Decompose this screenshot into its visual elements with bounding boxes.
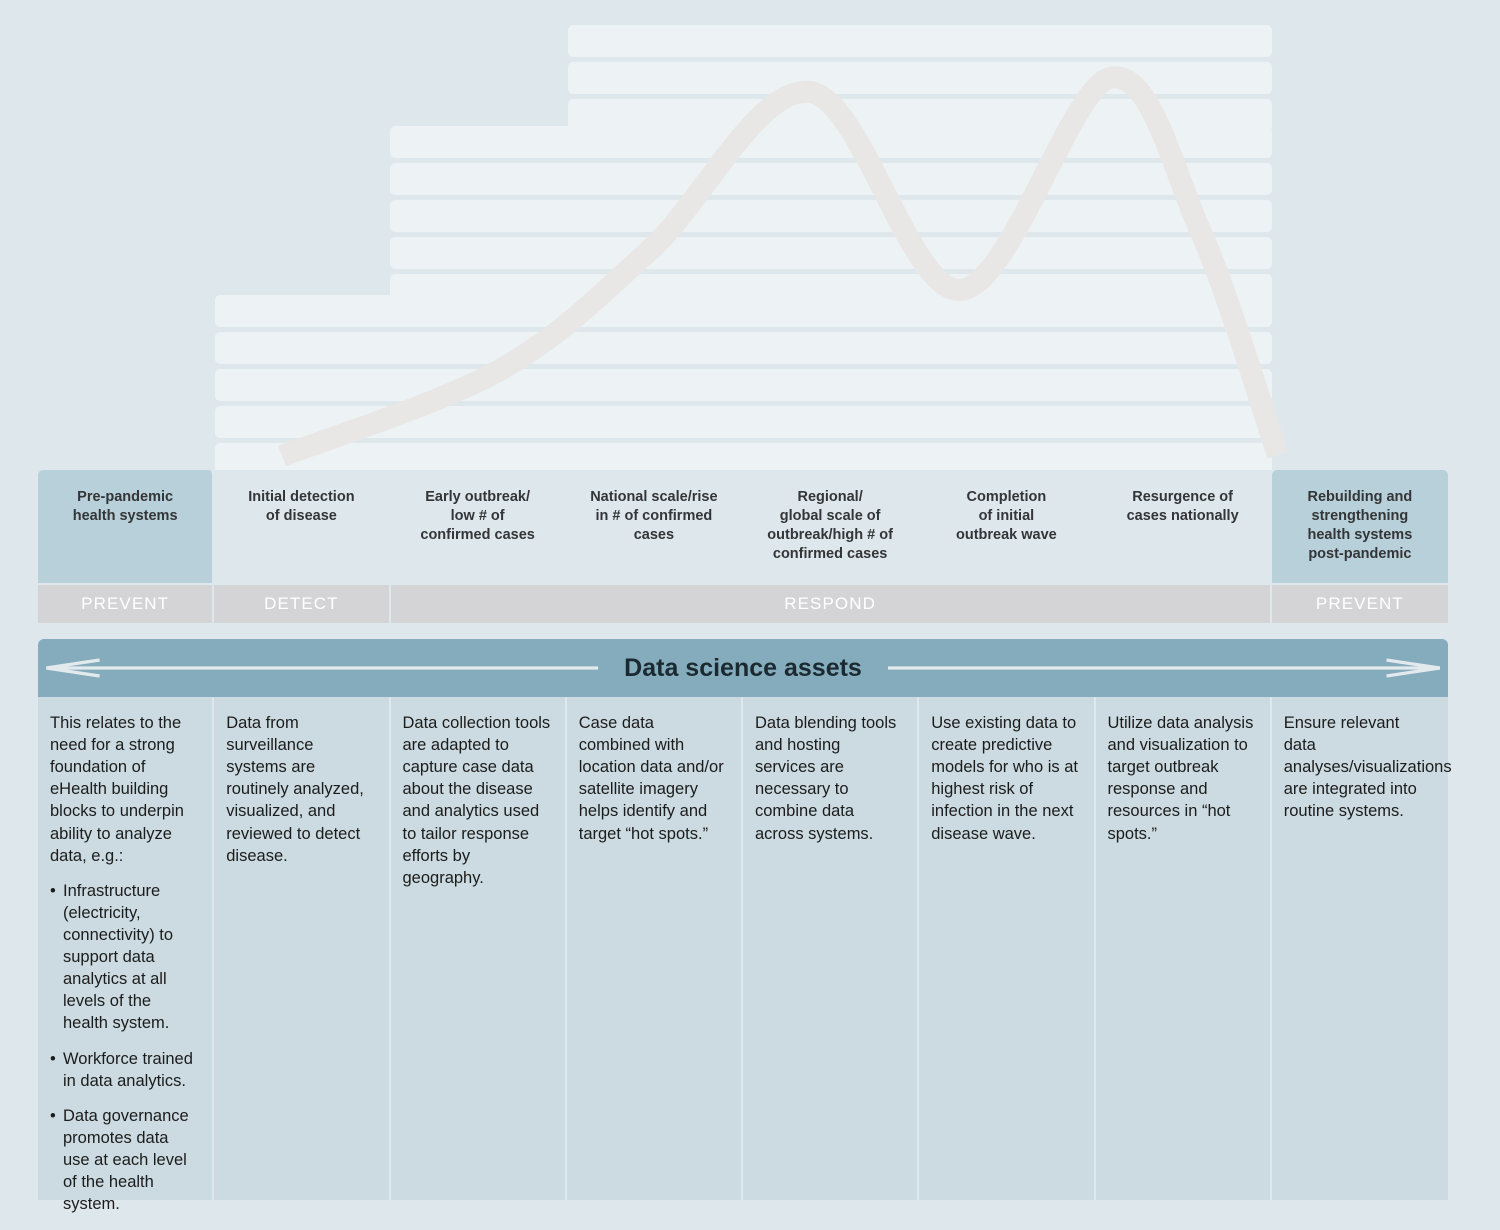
graphic-bar [390, 126, 1272, 158]
action-band-row: PREVENT DETECT RESPOND PREVENT [38, 585, 1448, 623]
data-science-assets-banner: Data science assets [38, 639, 1448, 697]
phase-label: Completion of initial outbreak wave [956, 489, 1057, 544]
graphic-bar [215, 295, 1272, 327]
action-label: PREVENT [1315, 594, 1404, 613]
banner-title: Data science assets [624, 653, 862, 682]
phase-cell-6: Completion of initial outbreak wave [919, 470, 1096, 583]
graphic-bar [215, 369, 1272, 401]
phase-cell-3: Early outbreak/ low # of confirmed cases [390, 470, 567, 583]
asset-column-text: Use existing data to create predictive m… [931, 714, 1078, 843]
phase-cell-2: Initial detection of disease [214, 470, 391, 583]
phase-label: Pre-pandemic health systems [72, 489, 178, 525]
asset-column-4: Case data combined with location data an… [566, 697, 743, 1200]
asset-column-text: Data blending tools and hosting services… [755, 714, 897, 843]
phase-label: National scale/rise in # of confirmed ca… [590, 489, 718, 544]
phase-cell-4: National scale/rise in # of confirmed ca… [566, 470, 743, 583]
bullet-item: Infrastructure (electricity, connectivit… [50, 880, 198, 1035]
asset-column-5: Data blending tools and hosting services… [743, 697, 920, 1200]
asset-column-bullets: Infrastructure (electricity, connectivit… [50, 880, 198, 1216]
stacked-bars-layer [0, 0, 1500, 475]
action-cell-prevent-1: PREVENT [38, 585, 215, 623]
action-cell-respond-3: RESPOND [390, 585, 1272, 623]
action-cell-prevent-4: PREVENT [1271, 585, 1448, 623]
graphic-bar [215, 406, 1272, 438]
action-cell-detect-2: DETECT [214, 585, 391, 623]
asset-column-8: Ensure relevant data analyses/visualizat… [1271, 697, 1452, 1200]
phase-cell-7: Resurgence of cases nationally [1095, 470, 1272, 583]
asset-column-2: Data from surveillance systems are routi… [214, 697, 391, 1200]
phase-label: Early outbreak/ low # of confirmed cases [420, 489, 535, 544]
asset-column-text: Case data combined with location data an… [578, 714, 724, 843]
graphic-bar [390, 163, 1272, 195]
phase-cell-8: Rebuilding and strengthening health syst… [1271, 470, 1448, 583]
graphic-bar [568, 62, 1272, 94]
arrow-right-icon [888, 657, 1448, 679]
graphic-bar [390, 237, 1272, 269]
graphic-bar [215, 332, 1272, 364]
phase-cell-1: Pre-pandemic health systems [38, 470, 215, 583]
asset-column-1: This relates to the need for a strong fo… [38, 697, 215, 1213]
phase-label: Resurgence of cases nationally [1126, 489, 1239, 525]
phase-label: Rebuilding and strengthening health syst… [1307, 489, 1413, 563]
asset-column-text: Data from surveillance systems are routi… [226, 714, 364, 865]
phase-header-row: Pre-pandemic health systems Initial detec… [38, 470, 1448, 583]
asset-column-3: Data collection tools are adapted to cap… [390, 697, 567, 1200]
bullet-item: Data governance promotes data use at eac… [50, 1105, 198, 1216]
asset-column-text: This relates to the need for a strong fo… [50, 714, 184, 865]
phase-cell-5: Regional/ global scale of outbreak/high … [743, 470, 920, 583]
asset-column-text: Data collection tools are adapted to cap… [402, 714, 551, 887]
asset-column-6: Use existing data to create predictive m… [919, 697, 1096, 1200]
asset-column-7: Utilize data analysis and visualization … [1095, 697, 1272, 1200]
asset-columns-row: This relates to the need for a strong fo… [38, 697, 1452, 1213]
arrow-left-icon [38, 657, 598, 679]
action-label: RESPOND [784, 594, 877, 613]
asset-column-text: Ensure relevant data analyses/visualizat… [1283, 714, 1452, 821]
epidemic-curve-graphic [0, 0, 1500, 475]
phase-label: Regional/ global scale of outbreak/high … [767, 489, 893, 563]
bullet-item: Workforce trained in data analytics. [50, 1048, 198, 1092]
graphic-bar [568, 25, 1272, 57]
action-label: PREVENT [81, 594, 170, 613]
phase-label: Initial detection of disease [248, 489, 355, 525]
asset-column-text: Utilize data analysis and visualization … [1107, 714, 1254, 843]
action-label: DETECT [264, 594, 339, 613]
graphic-bar [390, 200, 1272, 232]
